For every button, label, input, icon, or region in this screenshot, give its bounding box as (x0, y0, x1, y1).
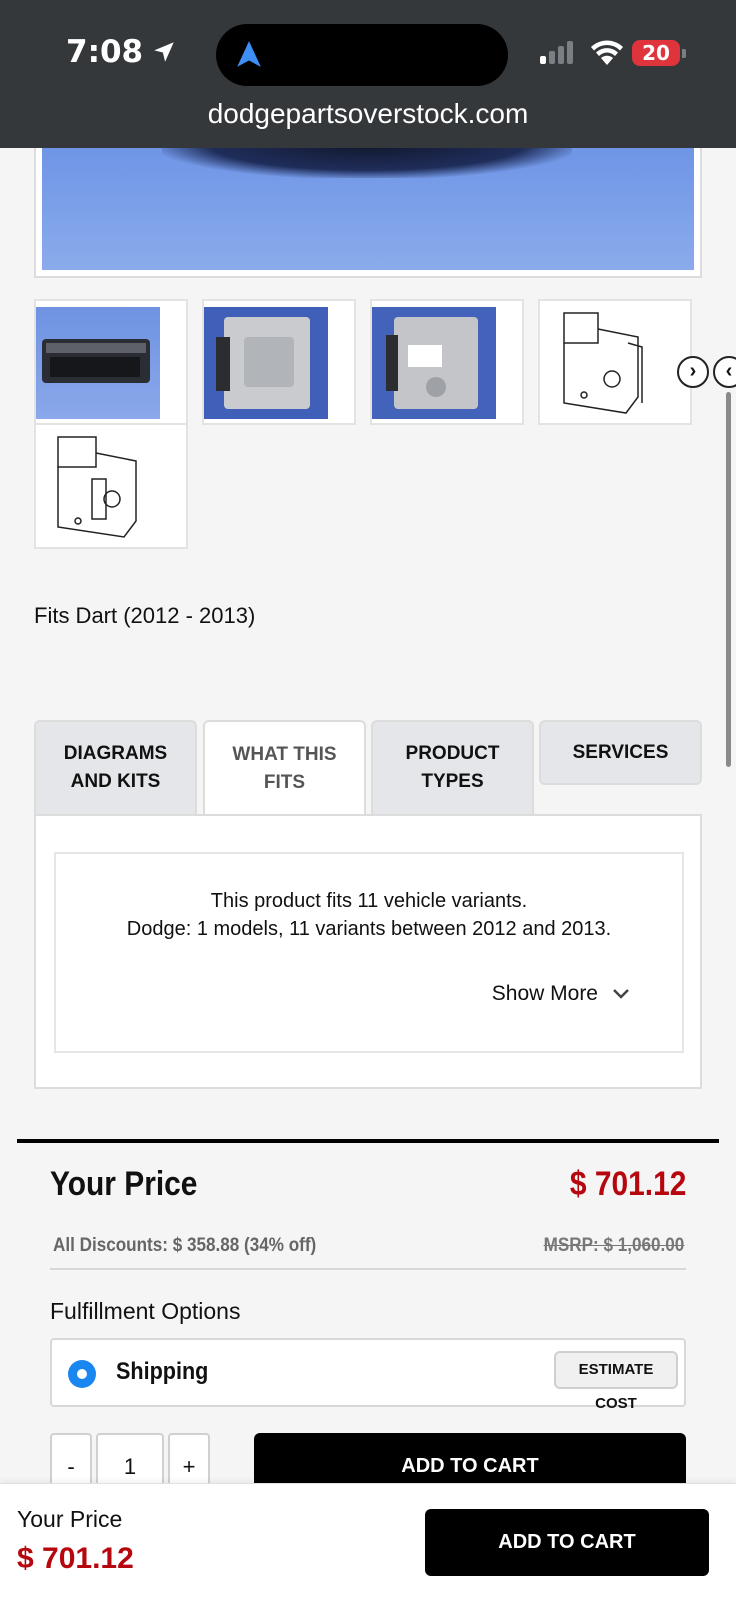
sticky-cart-bar: Your Price $ 701.12 ADD TO CART (0, 1483, 736, 1600)
thumbnail-2[interactable] (202, 299, 356, 425)
tab-label: SERVICES (572, 741, 669, 763)
thumbnail-4[interactable] (538, 299, 692, 425)
price-section: Your Price $ 701.12 All Discounts: $ 358… (17, 1139, 719, 1493)
fitment-summary-box: This product fits 11 vehicle variants. D… (54, 852, 684, 1053)
address-bar-url[interactable]: dodgepartsoverstock.com (0, 98, 736, 130)
gallery-prev-icon[interactable]: ‹ (713, 356, 736, 388)
fitment-variant-count: This product fits 11 vehicle variants. (210, 890, 528, 912)
msrp-text: MSRP: $ 1,060.00 (543, 1235, 684, 1256)
status-time: 7:08 (66, 34, 177, 70)
cellular-signal-icon (540, 41, 573, 64)
tab-label: PRODUCT TYPES (405, 743, 500, 792)
browser-top-bar: 7:08 20 dodgepartsoverstock.com (0, 0, 736, 148)
chevron-down-icon (613, 989, 629, 999)
main-product-image[interactable] (34, 148, 702, 278)
price-divider (50, 1268, 686, 1270)
tab-label: WHAT THIS FITS (232, 744, 337, 793)
tab-label: DIAGRAMS AND KITS (63, 743, 168, 792)
your-price-label: Your Price (50, 1165, 198, 1203)
fulfillment-options-label: Fulfillment Options (50, 1298, 241, 1324)
thumbnail-5[interactable] (34, 423, 188, 549)
page-scrollbar[interactable] (726, 392, 731, 767)
show-more-label: Show More (491, 982, 598, 1005)
location-arrow-icon (154, 42, 174, 62)
shipping-radio[interactable] (68, 1360, 96, 1388)
price-value: $ 701.12 (569, 1165, 686, 1203)
dynamic-island (216, 24, 508, 86)
sticky-price-value: $ 701.12 (17, 1542, 134, 1575)
status-time-text: 7:08 (66, 34, 144, 70)
tab-what-this-fits[interactable]: WHAT THIS FITS (203, 720, 366, 816)
discounts-text: All Discounts: $ 358.88 (34% off) (53, 1235, 317, 1256)
navigation-arrow-icon (237, 41, 261, 67)
thumbnail-3[interactable] (370, 299, 524, 425)
sticky-add-to-cart-button[interactable]: ADD TO CART (425, 1509, 709, 1576)
show-more-button[interactable]: Show More (492, 982, 630, 1006)
gallery-next-icon[interactable]: › (677, 356, 709, 388)
fitment-model-range: Dodge: 1 models, 11 variants between 201… (126, 918, 612, 940)
tab-services[interactable]: SERVICES (539, 720, 702, 785)
sticky-price-label: Your Price (17, 1506, 123, 1532)
thumbnail-1[interactable] (34, 299, 188, 425)
battery-level: 20 (632, 40, 680, 66)
wifi-icon (591, 40, 623, 65)
what-this-fits-panel: This product fits 11 vehicle variants. D… (34, 814, 702, 1089)
shipping-label: Shipping (116, 1358, 209, 1385)
fits-summary: Fits Dart (2012 - 2013) (34, 603, 256, 628)
tab-product-types[interactable]: PRODUCT TYPES (371, 720, 534, 814)
shipping-option[interactable]: Shipping ESTIMATE COST (50, 1338, 686, 1412)
estimate-cost-button[interactable]: ESTIMATE COST (554, 1351, 678, 1412)
tab-diagrams-and-kits[interactable]: DIAGRAMS AND KITS (34, 720, 197, 814)
battery-icon: 20 (632, 40, 686, 66)
